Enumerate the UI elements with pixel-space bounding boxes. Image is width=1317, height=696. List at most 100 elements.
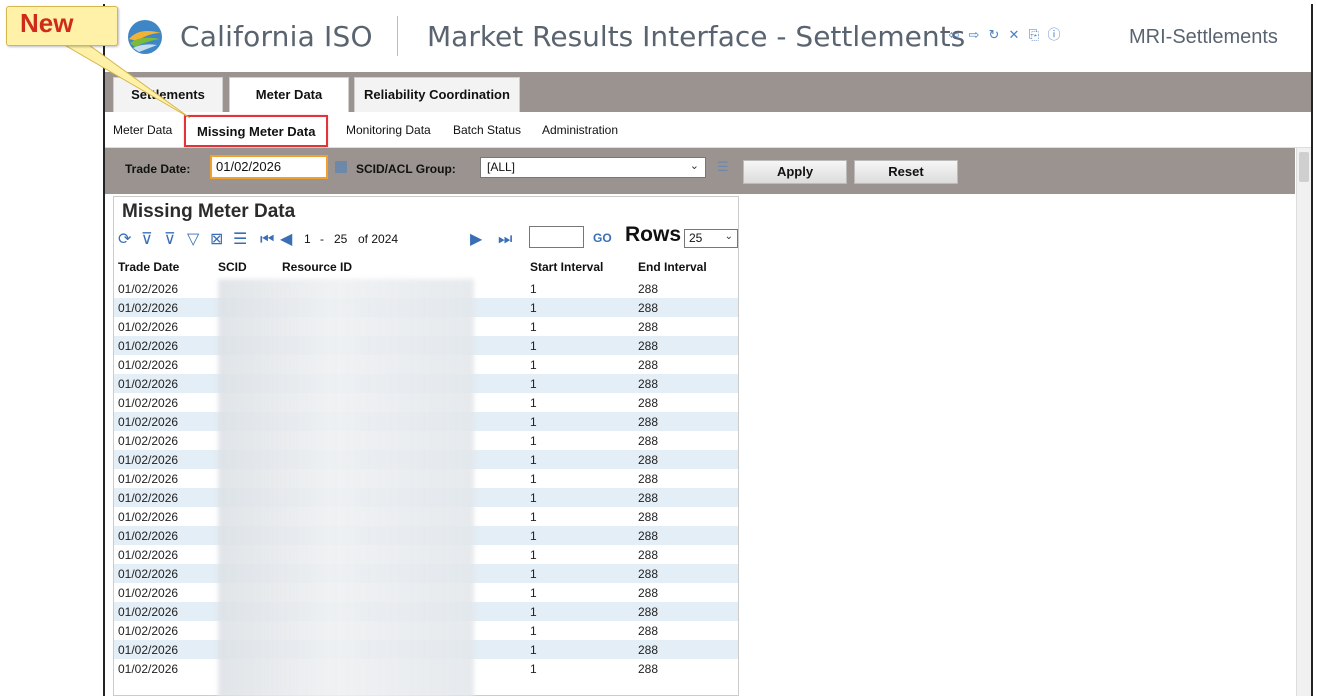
refresh-icon[interactable]: ↻ — [987, 29, 1001, 43]
trade-date-label: Trade Date: — [125, 162, 191, 176]
chevron-down-icon: ⌄ — [724, 231, 733, 242]
forward-icon[interactable]: ⇨ — [967, 29, 981, 43]
export-icon[interactable]: ⎘ — [1027, 29, 1041, 43]
column-list-icon[interactable]: ☰ — [233, 229, 247, 248]
scid-acl-group-label: SCID/ACL Group: — [356, 162, 456, 176]
redacted-area — [218, 279, 474, 696]
scid-acl-group-value: [ALL] — [487, 160, 516, 174]
app-header: California ISO Market Results Interface … — [105, 4, 1311, 72]
cell-start-interval: 1 — [530, 510, 537, 524]
cell-trade-date: 01/02/2026 — [118, 567, 179, 581]
app-window: California ISO Market Results Interface … — [103, 4, 1313, 696]
info-icon[interactable]: ⓘ — [1047, 29, 1061, 43]
cell-start-interval: 1 — [530, 301, 537, 315]
trade-date-input[interactable]: 01/02/2026 — [210, 155, 328, 179]
cell-start-interval: 1 — [530, 377, 537, 391]
scrollbar-thumb[interactable] — [1299, 152, 1309, 182]
cell-end-interval: 288 — [638, 301, 659, 315]
rows-per-page-value: 25 — [689, 231, 703, 245]
apply-button[interactable]: Apply — [743, 160, 847, 184]
refresh-grid-icon[interactable]: ⟳ — [118, 229, 131, 248]
cell-start-interval: 1 — [530, 358, 537, 372]
filter-bar: Trade Date: 01/02/2026 SCID/ACL Group: [… — [105, 148, 1295, 194]
cell-end-interval: 288 — [638, 510, 659, 524]
page-start: 1 — [304, 232, 311, 246]
close-icon[interactable]: ✕ — [1007, 29, 1021, 43]
cell-end-interval: 288 — [638, 586, 659, 600]
cell-end-interval: 288 — [638, 396, 659, 410]
scid-acl-group-select[interactable]: [ALL] ⌄ — [480, 157, 706, 178]
page-number-input[interactable] — [529, 226, 584, 248]
filter-icon[interactable]: ▽ — [187, 229, 199, 248]
cell-start-interval: 1 — [530, 586, 537, 600]
grid-header: Trade Date SCID Resource ID Start Interv… — [114, 255, 738, 279]
page: California ISO Market Results Interface … — [0, 0, 1317, 696]
first-page-icon[interactable]: ⏮ — [260, 229, 274, 249]
header-toolbar: ⇦ ⇨ ↻ ✕ ⎘ ⓘ — [947, 29, 1061, 43]
export-excel-icon[interactable]: ⊠ — [210, 229, 223, 248]
cell-end-interval: 288 — [638, 282, 659, 296]
cell-start-interval: 1 — [530, 548, 537, 562]
cell-trade-date: 01/02/2026 — [118, 548, 179, 562]
cell-start-interval: 1 — [530, 605, 537, 619]
cell-start-interval: 1 — [530, 396, 537, 410]
cell-end-interval: 288 — [638, 453, 659, 467]
brand-name: California ISO — [180, 20, 373, 53]
last-page-icon[interactable]: ⏭ — [498, 229, 512, 249]
cell-end-interval: 288 — [638, 624, 659, 638]
column-header-resource-id[interactable]: Resource ID — [282, 260, 352, 274]
go-button[interactable]: GO — [593, 231, 612, 245]
rows-label: Rows — [625, 223, 682, 246]
subnav-meter-data[interactable]: Meter Data — [113, 123, 172, 137]
tab-meter-data[interactable]: Meter Data — [229, 77, 349, 113]
cell-end-interval: 288 — [638, 320, 659, 334]
column-header-start-interval[interactable]: Start Interval — [530, 260, 603, 274]
cell-trade-date: 01/02/2026 — [118, 491, 179, 505]
caiso-logo-icon — [128, 20, 162, 54]
reset-button[interactable]: Reset — [854, 160, 958, 184]
vertical-scrollbar[interactable] — [1296, 148, 1311, 696]
cell-end-interval: 288 — [638, 548, 659, 562]
subnav-monitoring-data[interactable]: Monitoring Data — [346, 123, 431, 137]
subnav-administration[interactable]: Administration — [542, 123, 618, 137]
subnav-missing-meter-data[interactable]: Missing Meter Data — [184, 115, 329, 147]
cell-start-interval: 1 — [530, 472, 537, 486]
chevron-down-icon: ⌄ — [689, 159, 699, 172]
cell-start-interval: 1 — [530, 415, 537, 429]
cell-trade-date: 01/02/2026 — [118, 662, 179, 676]
cell-trade-date: 01/02/2026 — [118, 510, 179, 524]
cell-trade-date: 01/02/2026 — [118, 624, 179, 638]
cell-end-interval: 288 — [638, 491, 659, 505]
column-header-trade-date[interactable]: Trade Date — [118, 260, 179, 274]
previous-page-icon[interactable]: ◀ — [280, 229, 292, 248]
calendar-icon[interactable] — [335, 161, 347, 173]
cell-start-interval: 1 — [530, 567, 537, 581]
page-end: 25 — [334, 232, 348, 246]
filter-remove-icon[interactable]: ⊽ — [164, 229, 176, 248]
subnav-batch-status[interactable]: Batch Status — [453, 123, 521, 137]
list-icon[interactable]: ☰ — [717, 160, 729, 175]
column-header-end-interval[interactable]: End Interval — [638, 260, 707, 274]
cell-end-interval: 288 — [638, 434, 659, 448]
cell-trade-date: 01/02/2026 — [118, 605, 179, 619]
back-icon[interactable]: ⇦ — [947, 29, 961, 43]
cell-start-interval: 1 — [530, 491, 537, 505]
cell-end-interval: 288 — [638, 472, 659, 486]
app-name: MRI-Settlements — [1129, 26, 1278, 48]
new-feature-callout: New — [6, 6, 118, 46]
panel-title: Missing Meter Data — [122, 201, 296, 222]
page-total: of 2024 — [358, 232, 399, 246]
rows-per-page-select[interactable]: 25 ⌄ — [684, 229, 738, 248]
cell-end-interval: 288 — [638, 529, 659, 543]
tab-settlements[interactable]: Settlements — [113, 77, 223, 112]
cell-trade-date: 01/02/2026 — [118, 586, 179, 600]
app-title: Market Results Interface - Settlements — [427, 20, 966, 53]
cell-start-interval: 1 — [530, 434, 537, 448]
cell-end-interval: 288 — [638, 662, 659, 676]
next-page-icon[interactable]: ▶ — [470, 229, 482, 248]
tab-bar: Settlements Meter Data Reliability Coord… — [105, 72, 1311, 113]
filter-clear-icon[interactable]: ⊽ — [141, 229, 153, 248]
tab-reliability-coordination[interactable]: Reliability Coordination — [354, 77, 520, 112]
grid-toolbar: ⟳ ⊽ ⊽ ▽ ⊠ ☰ ⏮ ◀ 1 - 25 of 2024 ▶ ⏭ GO Ro… — [114, 223, 738, 253]
column-header-scid[interactable]: SCID — [218, 260, 247, 274]
